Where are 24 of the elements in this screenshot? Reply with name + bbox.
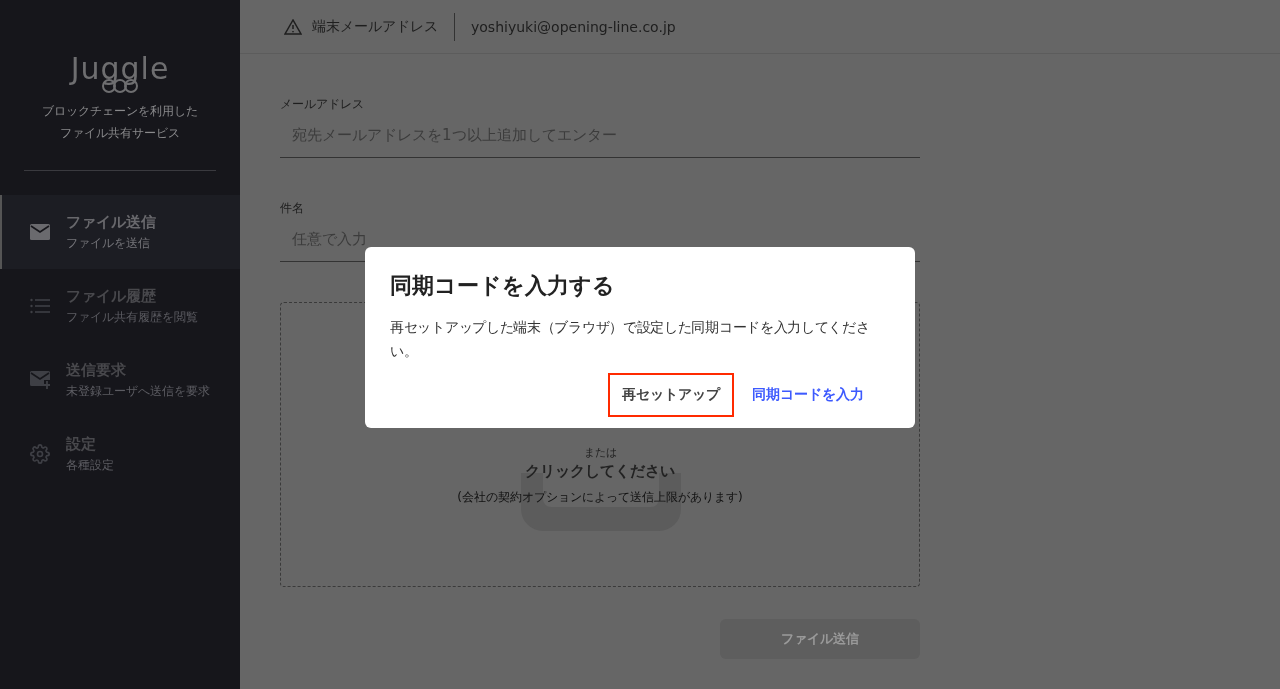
dialog-title: 同期コードを入力する [390, 272, 616, 300]
item-subtitle: ファイル共有履歴を閲覧 [66, 308, 198, 326]
settings-icon [30, 444, 50, 464]
resetup-button[interactable]: 再セットアップ [608, 373, 734, 417]
list-icon [30, 298, 50, 314]
warning-icon [284, 18, 302, 35]
item-title: ファイル送信 [66, 212, 156, 232]
tagline: ブロックチェーンを利用した [42, 103, 198, 120]
dialog-message: 再セットアップした端末（ブラウザ）で設定した同期コードを入力してください。 [390, 318, 871, 361]
logo: Juggle [70, 52, 170, 86]
or-text: または [583, 445, 617, 460]
item-subtitle: ファイルを送信 [66, 234, 151, 252]
click-text: クリックしてください [525, 462, 675, 481]
device-email: yoshiyuki@opening-line.co.jp [471, 18, 676, 35]
device-email-label: 端末メールアドレス [312, 17, 438, 36]
tagline: ファイル共有サービス [60, 125, 180, 142]
envelope-icon [30, 224, 50, 240]
field-label: メールアドレス [280, 96, 365, 113]
item-subtitle: 未登録ユーザへ送信を要求 [66, 382, 210, 400]
sidebar-item[interactable]: ファイル送信 ファイルを送信 [0, 195, 240, 269]
item-subtitle: 各種設定 [66, 456, 114, 474]
enter-code-button[interactable]: 同期コードを入力 [738, 373, 878, 417]
field-label: 件名 [280, 200, 305, 217]
envelope-plus-icon [30, 371, 50, 389]
